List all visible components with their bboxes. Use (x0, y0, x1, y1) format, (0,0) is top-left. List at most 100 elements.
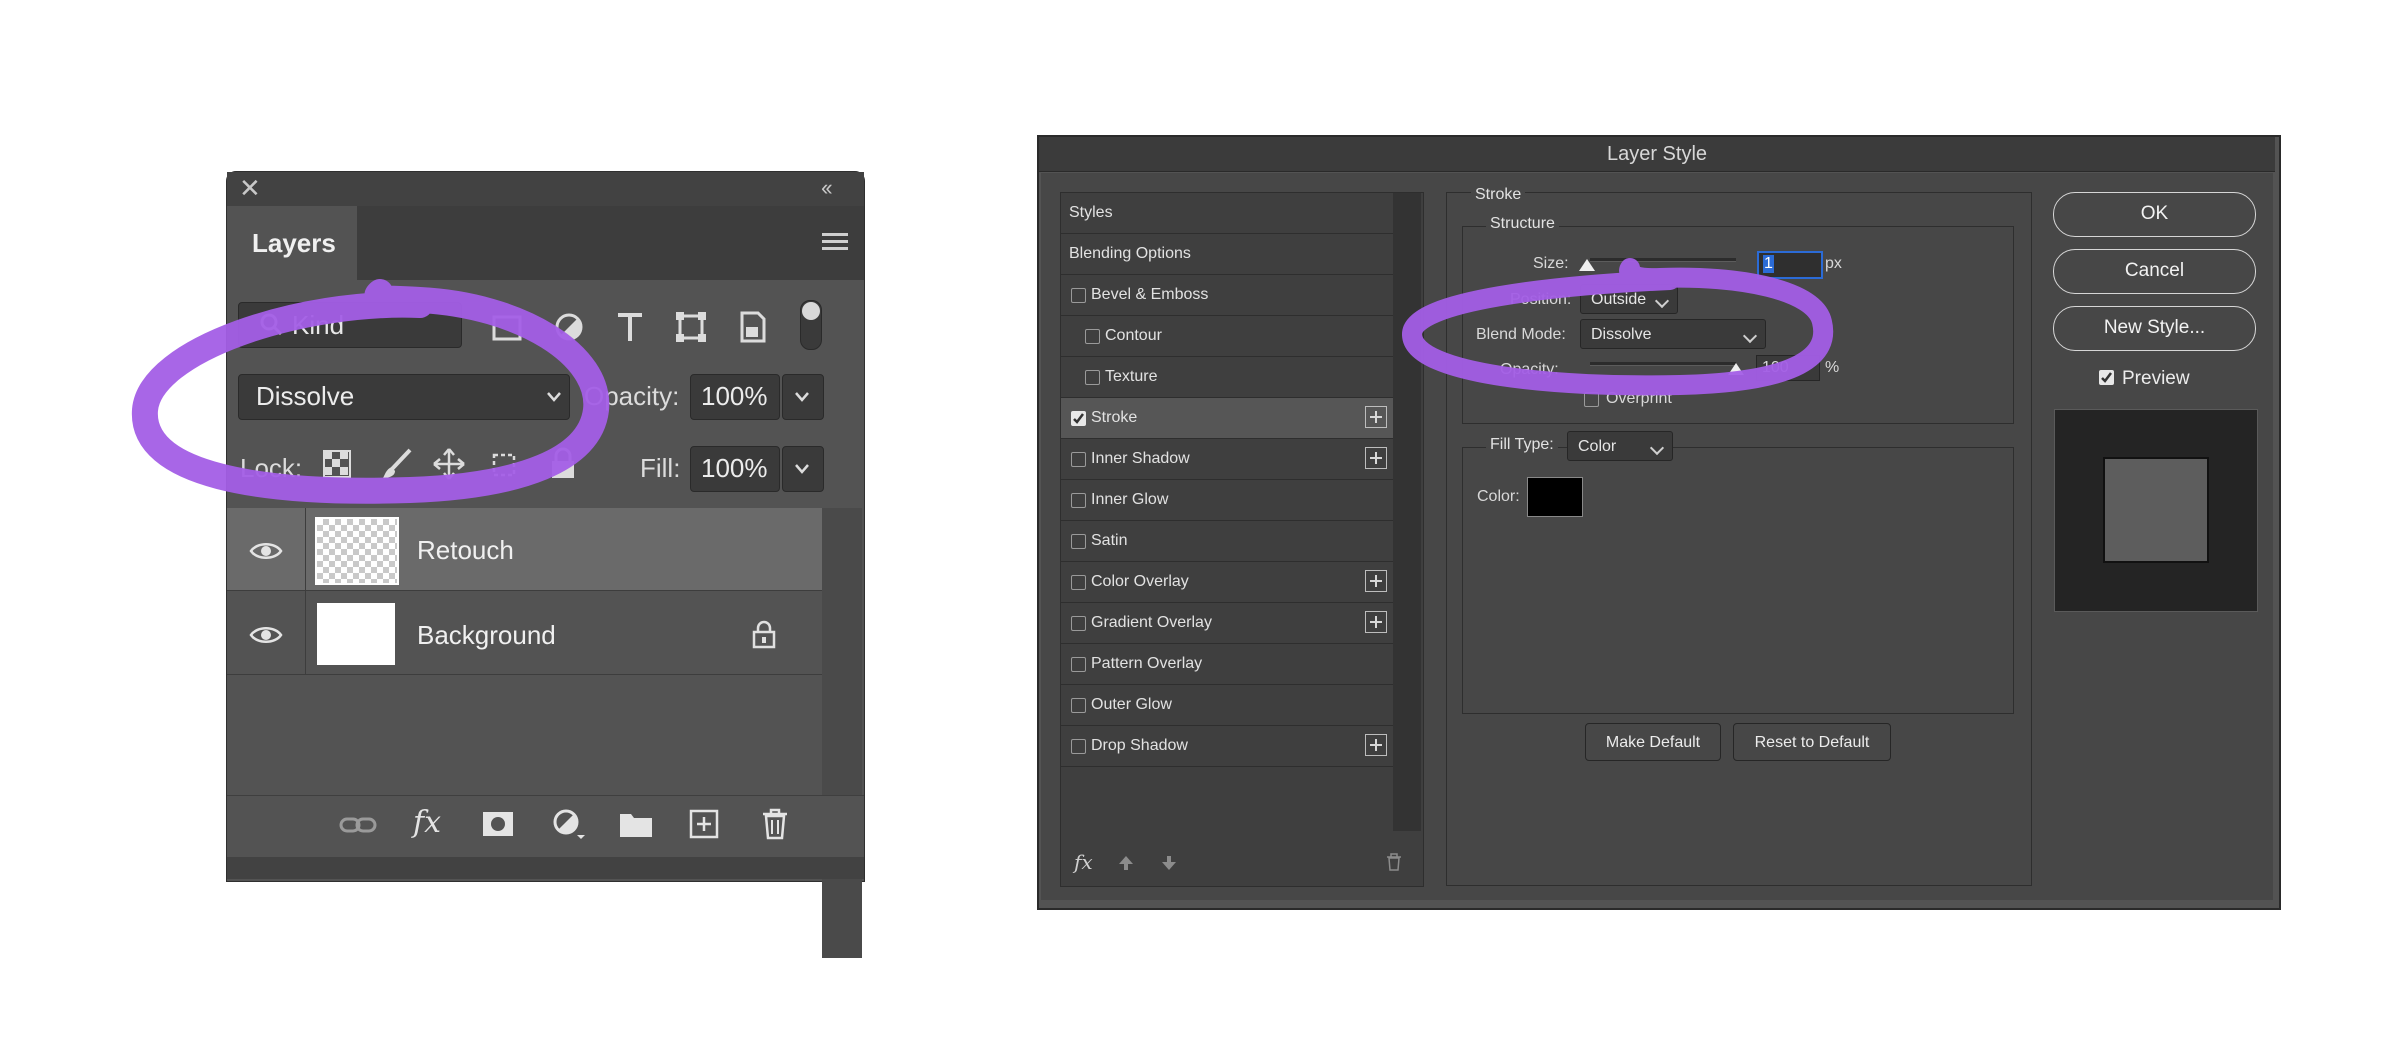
style-item-label: Styles (1069, 204, 1113, 221)
chevron-down-icon (1742, 328, 1758, 344)
lock-image-pixels-icon[interactable] (380, 447, 414, 481)
style-item-pattern-overlay[interactable]: Pattern Overlay (1061, 644, 1393, 685)
chevron-down-icon (795, 464, 809, 474)
visibility-column-divider (305, 508, 306, 674)
style-item-outer-glow[interactable]: Outer Glow (1061, 685, 1393, 726)
checkbox[interactable] (1071, 452, 1086, 467)
fx-icon[interactable]: fx (413, 805, 441, 840)
style-item-texture[interactable]: Texture (1061, 357, 1393, 398)
make-default-button[interactable]: Make Default (1585, 723, 1721, 761)
style-item-blending-options[interactable]: Blending Options (1061, 234, 1393, 275)
size-unit: px (1825, 255, 1842, 272)
mask-icon[interactable] (481, 809, 515, 839)
size-input[interactable]: 1 (1757, 251, 1823, 279)
lock-all-icon[interactable] (548, 447, 578, 481)
stroke-color-swatch[interactable] (1527, 477, 1583, 517)
add-drop-shadow-icon[interactable] (1365, 734, 1387, 756)
lock-transparent-pixels-icon[interactable] (320, 447, 354, 481)
new-style-button[interactable]: New Style... (2053, 306, 2256, 351)
style-item-label: Color Overlay (1091, 573, 1189, 590)
stroke-opacity-input[interactable]: 100 (1756, 355, 1820, 381)
fill-type-dropdown[interactable]: Color (1567, 431, 1673, 461)
checkbox-checked[interactable] (1071, 411, 1086, 426)
preview-swatch (2103, 457, 2209, 563)
style-item-drop-shadow[interactable]: Drop Shadow (1061, 726, 1393, 767)
opacity-slider-knob[interactable] (1728, 363, 1744, 375)
styles-scrollbar[interactable] (1393, 193, 1421, 831)
pixel-filter-icon[interactable] (490, 309, 526, 345)
style-item-label: Texture (1105, 368, 1158, 385)
adjustment-layer-icon[interactable] (551, 807, 585, 841)
collapse-icon[interactable]: ‹‹ (821, 175, 833, 201)
eye-icon[interactable] (249, 624, 283, 646)
adjustment-filter-icon[interactable] (551, 309, 587, 345)
eye-icon[interactable] (249, 540, 283, 562)
add-inner-shadow-icon[interactable] (1365, 447, 1387, 469)
search-icon (260, 313, 283, 336)
style-item-label: Satin (1091, 532, 1128, 549)
style-item-label: Drop Shadow (1091, 737, 1188, 754)
move-up-icon[interactable] (1117, 854, 1135, 872)
checkbox[interactable] (1071, 698, 1086, 713)
size-label: Size: (1533, 255, 1569, 272)
layers-scrollbar[interactable] (822, 508, 862, 958)
style-item-label: Pattern Overlay (1091, 655, 1203, 672)
style-item-satin[interactable]: Satin (1061, 521, 1393, 562)
trash-icon[interactable] (760, 807, 790, 841)
overprint-checkbox[interactable] (1584, 392, 1599, 407)
layer-thumbnail-retouch (315, 517, 399, 585)
checkbox[interactable] (1085, 370, 1100, 385)
checkbox[interactable] (1071, 288, 1086, 303)
checkbox[interactable] (1071, 657, 1086, 672)
style-item-stroke[interactable]: Stroke (1061, 398, 1393, 439)
new-layer-icon[interactable] (688, 808, 720, 840)
style-item-gradient-overlay[interactable]: Gradient Overlay (1061, 603, 1393, 644)
fx-icon[interactable]: fx (1074, 850, 1093, 874)
lock-label: Lock: (240, 453, 303, 483)
panel-menu-icon[interactable] (822, 233, 848, 251)
lock-artboard-icon[interactable] (488, 447, 522, 481)
add-stroke-icon[interactable] (1365, 406, 1387, 428)
style-item-inner-shadow[interactable]: Inner Shadow (1061, 439, 1393, 480)
preview-checkbox[interactable] (2099, 370, 2114, 385)
fill-value: 100% (701, 453, 768, 483)
close-icon[interactable]: ✕ (239, 173, 261, 204)
reset-to-default-button[interactable]: Reset to Default (1733, 723, 1891, 761)
folder-icon[interactable] (618, 810, 654, 840)
checkbox[interactable] (1071, 493, 1086, 508)
style-item-color-overlay[interactable]: Color Overlay (1061, 562, 1393, 603)
ok-label: OK (2140, 203, 2169, 224)
checkbox[interactable] (1071, 616, 1086, 631)
opacity-slider-track[interactable] (1590, 362, 1736, 366)
size-slider-track[interactable] (1590, 258, 1736, 262)
add-gradient-overlay-icon[interactable] (1365, 611, 1387, 633)
size-slider-knob[interactable] (1579, 259, 1595, 271)
position-dropdown[interactable]: Outside (1580, 284, 1678, 314)
checkbox[interactable] (1085, 329, 1100, 344)
checkbox[interactable] (1071, 575, 1086, 590)
ok-button[interactable]: OK (2053, 192, 2256, 237)
smart-object-filter-icon[interactable] (734, 309, 770, 345)
move-down-icon[interactable] (1160, 854, 1178, 872)
link-icon[interactable] (338, 810, 378, 840)
fill-type-value: Color (1578, 438, 1617, 455)
layer-name-background[interactable]: Background (417, 620, 556, 651)
lock-position-icon[interactable] (432, 447, 466, 481)
style-item-contour[interactable]: Contour (1061, 316, 1393, 357)
cancel-label: Cancel (2124, 260, 2185, 281)
style-item-inner-glow[interactable]: Inner Glow (1061, 480, 1393, 521)
layers-resize-strip[interactable] (227, 857, 864, 879)
cancel-button[interactable]: Cancel (2053, 249, 2256, 294)
trash-icon[interactable] (1385, 852, 1403, 872)
shape-filter-icon[interactable] (673, 309, 709, 345)
chevron-down-icon (795, 392, 809, 402)
add-color-overlay-icon[interactable] (1365, 570, 1387, 592)
style-item-styles[interactable]: Styles (1061, 193, 1393, 234)
style-item-bevel-emboss[interactable]: Bevel & Emboss (1061, 275, 1393, 316)
checkbox[interactable] (1071, 739, 1086, 754)
type-filter-icon[interactable] (612, 309, 648, 345)
checkbox[interactable] (1071, 534, 1086, 549)
stroke-blend-mode-dropdown[interactable]: Dissolve (1580, 319, 1766, 349)
layer-name-retouch[interactable]: Retouch (417, 535, 514, 566)
style-item-label: Contour (1105, 327, 1162, 344)
